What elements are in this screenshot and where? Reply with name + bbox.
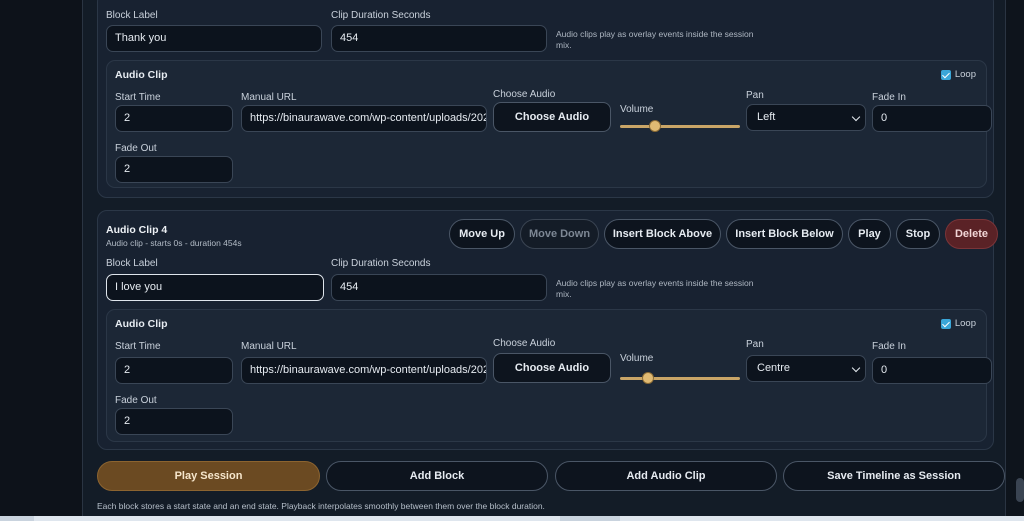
start-time-input[interactable]: 2: [115, 357, 233, 384]
loop-checkbox[interactable]: [940, 318, 951, 329]
footer-note: Each block stores a start state and an e…: [97, 501, 545, 511]
bottom-strip-segment: [0, 516, 34, 521]
choose-audio-button[interactable]: Choose Audio: [493, 353, 611, 383]
timeline-editor: Block Label Thank you Clip Duration Seco…: [82, 0, 1006, 521]
manual-url-input[interactable]: https://binaurawave.com/wp-content/uploa…: [241, 105, 487, 132]
manual-url-label: Manual URL: [241, 92, 297, 103]
block-label-label: Block Label: [106, 258, 158, 269]
block-title: Audio Clip 4: [106, 224, 168, 236]
add-audio-clip-button[interactable]: Add Audio Clip: [555, 461, 777, 491]
fade-in-input[interactable]: 0: [872, 105, 992, 132]
audio-clip-hint: Audio clips play as overlay events insid…: [556, 29, 754, 50]
volume-track: [620, 125, 740, 128]
loop-label: Loop: [954, 318, 976, 329]
clip-duration-input[interactable]: 454: [331, 25, 547, 52]
pan-select[interactable]: Centre: [746, 355, 866, 382]
audio-clip-hint: Audio clips play as overlay events insid…: [556, 278, 754, 299]
manual-url-label: Manual URL: [241, 341, 297, 352]
move-up-button[interactable]: Move Up: [449, 219, 515, 249]
loop-label: Loop: [954, 69, 976, 80]
chevron-down-icon: [851, 363, 861, 373]
choose-audio-button[interactable]: Choose Audio: [493, 102, 611, 132]
add-block-button[interactable]: Add Block: [326, 461, 548, 491]
volume-label: Volume: [620, 353, 654, 364]
stop-block-button[interactable]: Stop: [896, 219, 940, 249]
start-time-label: Start Time: [115, 92, 161, 103]
pan-value: Left: [757, 111, 776, 123]
clip-duration-label: Clip Duration Seconds: [331, 10, 431, 21]
bottom-strip: [0, 516, 1024, 521]
manual-url-input[interactable]: https://binaurawave.com/wp-content/uploa…: [241, 357, 487, 384]
move-down-button[interactable]: Move Down: [520, 219, 599, 249]
play-session-button[interactable]: Play Session: [97, 461, 320, 491]
start-time-input[interactable]: 2: [115, 105, 233, 132]
volume-thumb[interactable]: [649, 120, 661, 132]
loop-toggle[interactable]: Loop: [940, 69, 976, 80]
fade-in-label: Fade In: [872, 341, 906, 352]
delete-block-button[interactable]: Delete: [945, 219, 998, 249]
insert-block-below-button[interactable]: Insert Block Below: [726, 219, 843, 249]
choose-audio-label: Choose Audio: [493, 338, 556, 349]
fade-in-input[interactable]: 0: [872, 357, 992, 384]
left-gutter: [0, 0, 82, 521]
volume-track: [620, 377, 740, 380]
block-subtitle: Audio clip - starts 0s - duration 454s: [106, 238, 242, 248]
volume-slider[interactable]: [620, 120, 740, 132]
fade-out-label: Fade Out: [115, 395, 157, 406]
save-timeline-button[interactable]: Save Timeline as Session: [783, 461, 1005, 491]
fade-out-input[interactable]: 2: [115, 156, 233, 183]
audio-clip-title: Audio Clip: [115, 318, 168, 330]
loop-checkbox[interactable]: [940, 69, 951, 80]
clip-duration-label: Clip Duration Seconds: [331, 258, 431, 269]
audio-clip-panel: Audio Clip Loop Start Time 2 Manual URL …: [106, 309, 992, 442]
play-block-button[interactable]: Play: [848, 219, 891, 249]
volume-label: Volume: [620, 104, 654, 115]
pan-label: Pan: [746, 90, 764, 101]
audio-clip-title: Audio Clip: [115, 69, 168, 81]
timeline-block-3: Block Label Thank you Clip Duration Seco…: [97, 0, 994, 198]
audio-clip-panel: Audio Clip Loop Start Time 2 Manual URL …: [106, 60, 992, 188]
scrollbar-thumb[interactable]: [1016, 478, 1024, 502]
fade-in-label: Fade In: [872, 92, 906, 103]
block-label-input[interactable]: I love you: [106, 274, 324, 301]
page: Block Label Thank you Clip Duration Seco…: [0, 0, 1024, 521]
timeline-block-4: Audio Clip 4 Audio clip - starts 0s - du…: [97, 210, 998, 450]
chevron-down-icon: [851, 112, 861, 122]
bottom-strip-segment: [560, 516, 620, 521]
pan-label: Pan: [746, 339, 764, 350]
block-label-input[interactable]: Thank you: [106, 25, 322, 52]
pan-value: Centre: [757, 362, 791, 374]
choose-audio-label: Choose Audio: [493, 89, 556, 100]
volume-slider[interactable]: [620, 372, 740, 384]
insert-block-above-button[interactable]: Insert Block Above: [604, 219, 721, 249]
clip-duration-input[interactable]: 454: [331, 274, 547, 301]
fade-out-label: Fade Out: [115, 143, 157, 154]
pan-select[interactable]: Left: [746, 104, 866, 131]
start-time-label: Start Time: [115, 341, 161, 352]
fade-out-input[interactable]: 2: [115, 408, 233, 435]
volume-thumb[interactable]: [642, 372, 654, 384]
right-gutter: [1006, 0, 1024, 521]
block-label-label: Block Label: [106, 10, 158, 21]
loop-toggle[interactable]: Loop: [940, 318, 976, 329]
